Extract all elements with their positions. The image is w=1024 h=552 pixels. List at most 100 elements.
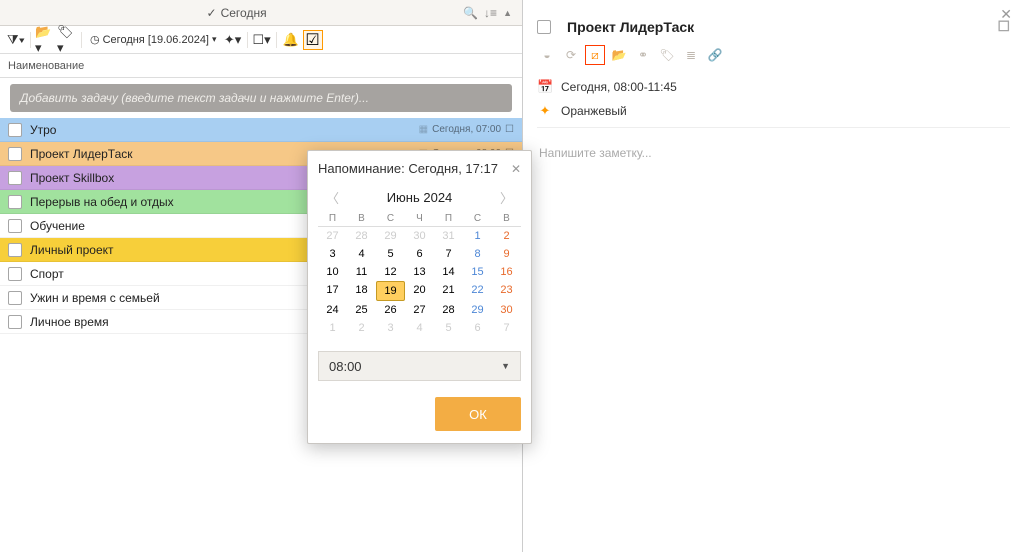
calendar-day[interactable]: 27 — [405, 301, 434, 319]
chevron-down-icon: ▼ — [501, 361, 510, 371]
reminder-icon[interactable]: ⧄ — [585, 45, 605, 65]
clock-icon: ◷ — [90, 33, 100, 46]
calendar-day[interactable]: 7 — [434, 245, 463, 263]
calendar-day[interactable]: 13 — [405, 263, 434, 281]
calendar-day[interactable]: 25 — [347, 301, 376, 319]
calendar-day[interactable]: 1 — [463, 227, 492, 245]
task-checkbox[interactable] — [8, 195, 22, 209]
next-month-icon[interactable]: 〉 — [500, 188, 513, 207]
task-checkbox[interactable] — [8, 171, 22, 185]
calendar-day[interactable]: 12 — [376, 263, 405, 281]
prev-month-icon[interactable]: 〈 — [326, 188, 339, 207]
attach-icon[interactable]: 🔗 — [705, 45, 725, 65]
calendar-day[interactable]: 30 — [405, 227, 434, 245]
task-checkbox[interactable] — [8, 315, 22, 329]
search-icon[interactable]: 🔍 — [463, 6, 478, 20]
task-name: Утро — [30, 123, 419, 137]
calendar-day[interactable]: 29 — [463, 301, 492, 319]
assign-icon[interactable]: ◒ — [537, 45, 557, 65]
bell-icon[interactable]: 🔔 — [281, 30, 301, 50]
move-icon[interactable]: 📂 — [609, 45, 629, 65]
calendar-day[interactable]: 3 — [318, 245, 347, 263]
calendar-day[interactable]: 10 — [318, 263, 347, 281]
repeat-icon[interactable]: ⟳ — [561, 45, 581, 65]
note-input[interactable]: Напишите заметку... — [537, 142, 1010, 164]
calendar-day[interactable]: 2 — [492, 227, 521, 245]
reminder-modal: Напоминание: Сегодня, 17:17 ✕ 〈 Июнь 202… — [307, 150, 532, 444]
title-label: Сегодня — [221, 6, 267, 20]
calendar-day[interactable]: 19 — [376, 281, 405, 301]
task-row[interactable]: Утро▦Сегодня, 07:00 ☐ — [0, 118, 522, 142]
calendar-day[interactable]: 23 — [492, 281, 521, 301]
calendar-day[interactable]: 8 — [463, 245, 492, 263]
calendar-day[interactable]: 28 — [347, 227, 376, 245]
calendar-day[interactable]: 21 — [434, 281, 463, 301]
calendar-day[interactable]: 24 — [318, 301, 347, 319]
calendar-day[interactable]: 28 — [434, 301, 463, 319]
calendar-day[interactable]: 3 — [376, 319, 405, 337]
reminder-mini-icon: ☐ — [505, 124, 514, 135]
calendar-day[interactable]: 17 — [318, 281, 347, 301]
dow-cell: Ч — [405, 213, 434, 224]
calendar-day[interactable]: 11 — [347, 263, 376, 281]
column-header[interactable]: Наименование — [0, 54, 522, 78]
calendar-day[interactable]: 22 — [463, 281, 492, 301]
task-checkbox[interactable] — [8, 147, 22, 161]
dow-cell: П — [318, 213, 347, 224]
sort-icon[interactable]: ↓≡ — [484, 6, 497, 20]
calendar-day[interactable]: 26 — [376, 301, 405, 319]
calendar-days: 2728293031123456789101112131415161718192… — [318, 227, 521, 337]
calendar-day[interactable]: 29 — [376, 227, 405, 245]
task-checkbox[interactable] — [537, 20, 551, 34]
calendar-day[interactable]: 15 — [463, 263, 492, 281]
task-meta: ▦Сегодня, 07:00 ☐ — [419, 124, 514, 135]
calendar-day[interactable]: 31 — [434, 227, 463, 245]
calendar-day[interactable]: 6 — [405, 245, 434, 263]
checkbox-icon[interactable]: ☐▾ — [252, 30, 272, 50]
calendar-day[interactable]: 4 — [405, 319, 434, 337]
calendar-day[interactable]: 14 — [434, 263, 463, 281]
time-select[interactable]: 08:00 ▼ — [318, 351, 521, 381]
dow-cell: В — [347, 213, 376, 224]
link-icon[interactable]: ⚭ — [633, 45, 653, 65]
calendar-day[interactable]: 5 — [376, 245, 405, 263]
date-picker[interactable]: ◷ Сегодня [19.06.2024] ▾ — [86, 33, 221, 46]
add-task-input[interactable]: Добавить задачу (введите текст задачи и … — [10, 84, 512, 112]
calendar-day[interactable]: 2 — [347, 319, 376, 337]
checked-toggle[interactable]: ☑ — [303, 30, 323, 50]
color-icon: ✦ — [537, 103, 553, 119]
calendar-day[interactable]: 20 — [405, 281, 434, 301]
collapse-icon[interactable]: ▲ — [503, 8, 512, 18]
prop-color[interactable]: ✦ Оранжевый — [537, 103, 1010, 119]
dow-cell: С — [463, 213, 492, 224]
calendar-day[interactable]: 7 — [492, 319, 521, 337]
modal-title: Напоминание: Сегодня, 17:17 — [318, 161, 498, 176]
task-checkbox[interactable] — [8, 243, 22, 257]
ok-button[interactable]: ОК — [435, 397, 521, 431]
tag-icon[interactable]: 🏷▾ — [57, 30, 77, 50]
task-checkbox[interactable] — [8, 291, 22, 305]
task-checkbox[interactable] — [8, 267, 22, 281]
detail-pane: ✕ Проект ЛидерТаск ☐ ◒ ⟳ ⧄ 📂 ⚭ 🏷 ≣ 🔗 📅 С… — [523, 0, 1024, 552]
detail-action-bar: ◒ ⟳ ⧄ 📂 ⚭ 🏷 ≣ 🔗 — [537, 45, 1010, 65]
prop-date[interactable]: 📅 Сегодня, 08:00-11:45 — [537, 79, 1010, 95]
calendar-day[interactable]: 4 — [347, 245, 376, 263]
bookmark-icon[interactable]: ☐ — [997, 18, 1010, 35]
month-label: Июнь 2024 — [387, 190, 453, 205]
task-checkbox[interactable] — [8, 219, 22, 233]
checklist-icon[interactable]: ≣ — [681, 45, 701, 65]
calendar-day[interactable]: 1 — [318, 319, 347, 337]
calendar-day[interactable]: 9 — [492, 245, 521, 263]
folder-icon[interactable]: 📂▾ — [35, 30, 55, 50]
modal-close-icon[interactable]: ✕ — [511, 162, 521, 176]
calendar-day[interactable]: 27 — [318, 227, 347, 245]
tag2-icon[interactable]: 🏷 — [657, 45, 677, 65]
calendar-day[interactable]: 16 — [492, 263, 521, 281]
wand-icon[interactable]: ✦▾ — [223, 30, 243, 50]
calendar-day[interactable]: 6 — [463, 319, 492, 337]
calendar-day[interactable]: 5 — [434, 319, 463, 337]
calendar-day[interactable]: 30 — [492, 301, 521, 319]
calendar-day[interactable]: 18 — [347, 281, 376, 301]
task-checkbox[interactable] — [8, 123, 22, 137]
filter-icon[interactable]: ⧩▾ — [6, 30, 26, 50]
